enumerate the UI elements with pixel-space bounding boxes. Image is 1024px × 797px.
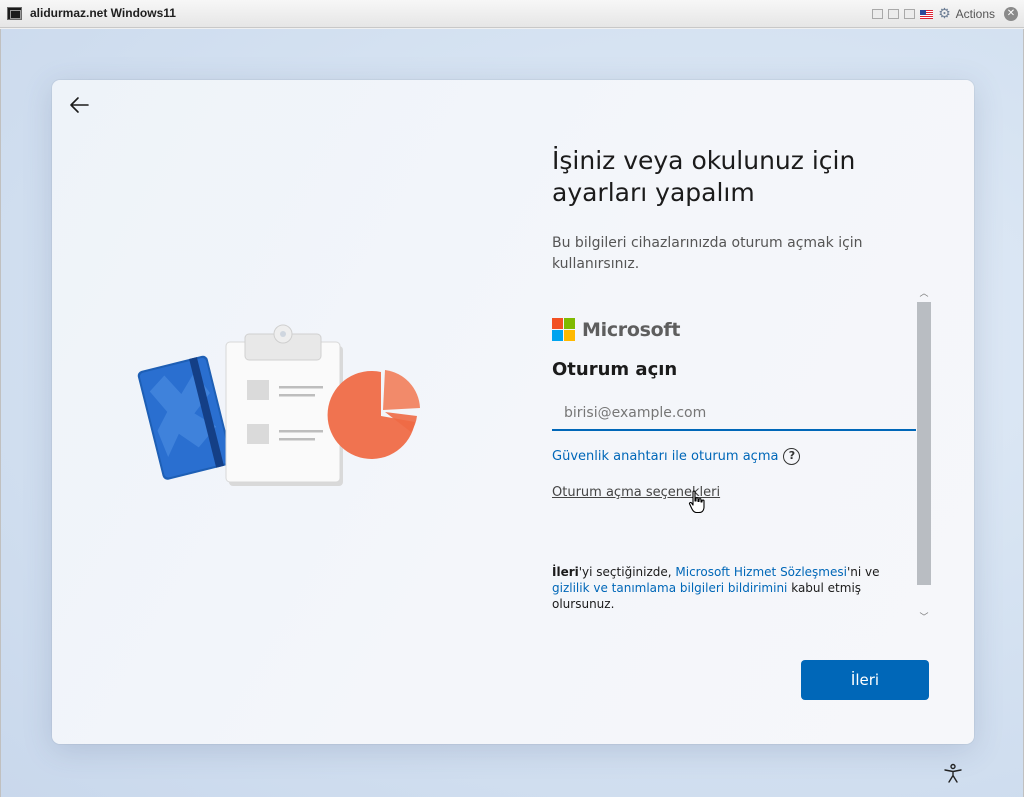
- microsoft-wordmark: Microsoft: [582, 318, 681, 341]
- next-button[interactable]: İleri: [801, 660, 929, 700]
- host-window-title: alidurmaz.net Windows11: [30, 6, 176, 20]
- signin-heading: Oturum açın: [552, 359, 678, 380]
- maximize-window-icon[interactable]: [904, 9, 916, 19]
- restore-window-icon[interactable]: [888, 9, 900, 19]
- work-setup-illustration: [137, 324, 420, 486]
- page-subtitle: Bu bilgileri cihazlarınızda oturum açmak…: [552, 235, 863, 272]
- notebook-illustration: [137, 355, 233, 480]
- page-title: İşiniz veya okulunuz için ayarları yapal…: [552, 146, 856, 207]
- legal-text-1: 'yi seçtiğinizde,: [578, 565, 676, 579]
- chevron-down-icon[interactable]: ﹀: [916, 611, 932, 625]
- microsoft-logo: Microsoft: [552, 318, 680, 341]
- arrow-left-icon[interactable]: [68, 94, 90, 116]
- legal-next-bold: İleri: [552, 565, 579, 579]
- scrollbar[interactable]: ︿ ﹀: [916, 287, 932, 625]
- privacy-statement-link[interactable]: gizlilik ve tanımlama bilgileri bildirim…: [552, 581, 787, 595]
- microsoft-squares-icon: [552, 318, 575, 341]
- pie-chart-illustration: [327, 370, 420, 459]
- security-key-link[interactable]: Güvenlik anahtarı ile oturum açma: [552, 449, 778, 464]
- signin-options-link[interactable]: Oturum açma seçenekleri: [552, 485, 720, 500]
- accessibility-icon[interactable]: [942, 762, 964, 784]
- chevron-up-icon[interactable]: ︿: [916, 287, 932, 301]
- host-title-bar: alidurmaz.net Windows11 ⚙ Actions ✕: [0, 0, 1024, 28]
- minimize-window-icon[interactable]: [872, 9, 884, 19]
- gear-icon[interactable]: ⚙: [938, 7, 951, 21]
- us-flag-icon[interactable]: [920, 9, 934, 19]
- host-toolbar: ⚙ Actions ✕: [872, 6, 1018, 22]
- console-icon: [7, 7, 22, 20]
- close-icon[interactable]: ✕: [1004, 7, 1018, 21]
- legal-text-2: 'ni ve: [846, 565, 880, 579]
- legal-notice: İleri'yi seçtiğinizde, Microsoft Hizmet …: [552, 564, 904, 612]
- scrollbar-thumb[interactable]: [917, 302, 931, 585]
- service-agreement-link[interactable]: Microsoft Hizmet Sözleşmesi: [675, 565, 847, 579]
- question-circle-icon[interactable]: ?: [783, 448, 801, 465]
- actions-menu[interactable]: Actions: [956, 7, 995, 21]
- security-key-row: Güvenlik anahtarı ile oturum açma ?: [552, 448, 801, 465]
- email-field[interactable]: [552, 396, 916, 431]
